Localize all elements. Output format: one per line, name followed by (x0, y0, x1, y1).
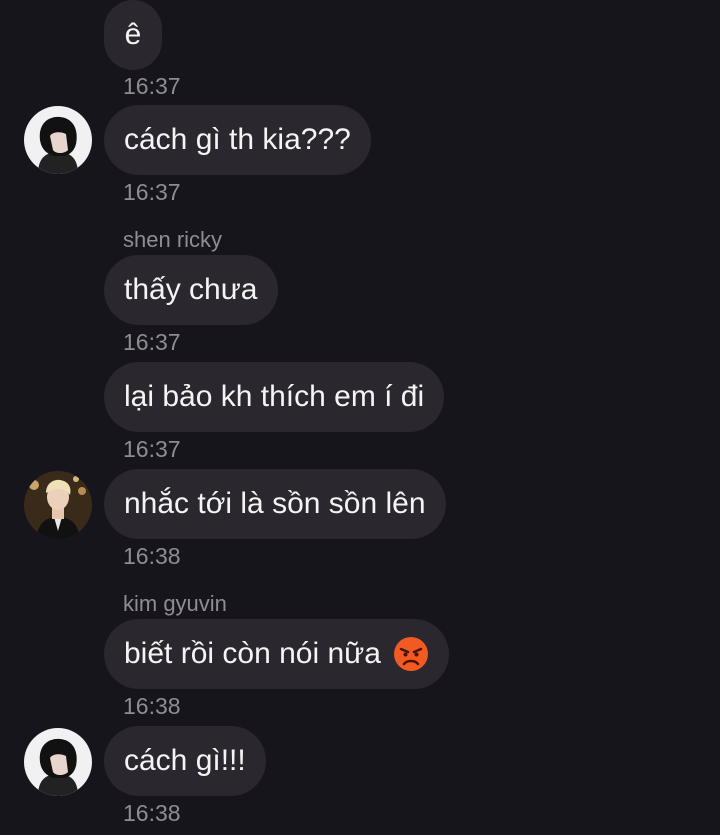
user-avatar-icon (24, 728, 92, 796)
message-bubble[interactable]: biết rồi còn nói nữa (104, 619, 449, 689)
message-timestamp: 16:37 (123, 179, 181, 205)
avatar[interactable] (24, 471, 92, 539)
message-text: biết rồi còn nói nữa (124, 637, 381, 670)
message-text: cách gì th kia??? (124, 123, 351, 156)
message-timestamp: 16:38 (123, 800, 181, 826)
sender-name: kim gyuvin (123, 591, 227, 616)
message-text: cách gì!!! (124, 744, 246, 777)
message-bubble[interactable]: lại bảo kh thích em í đi (104, 362, 445, 432)
message-bubble[interactable]: cách gì th kia??? (104, 105, 371, 175)
avatar[interactable] (24, 728, 92, 796)
message-text: nhắc tới là sồn sồn lên (124, 487, 426, 520)
user-avatar-icon (24, 471, 92, 539)
message-timestamp: 16:38 (123, 543, 181, 569)
message-timestamp: 16:38 (123, 693, 181, 719)
message-bubble[interactable]: cách gì!!! (104, 726, 266, 796)
message-bubble[interactable]: thấy chưa (104, 255, 278, 325)
angry-face-icon (393, 636, 429, 672)
message-timestamp: 16:37 (123, 329, 181, 355)
message-text: ê (124, 18, 142, 51)
message-bubble[interactable]: ê (104, 0, 162, 70)
message-text: lại bảo kh thích em í đi (124, 380, 425, 413)
user-avatar-icon (24, 106, 92, 174)
message-bubble[interactable]: nhắc tới là sồn sồn lên (104, 469, 446, 539)
message-timestamp: 16:37 (123, 436, 181, 462)
sender-name: shen ricky (123, 227, 223, 252)
message-timestamp: 16:37 (123, 73, 181, 99)
avatar[interactable] (24, 106, 92, 174)
message-text: thấy chưa (124, 273, 258, 306)
